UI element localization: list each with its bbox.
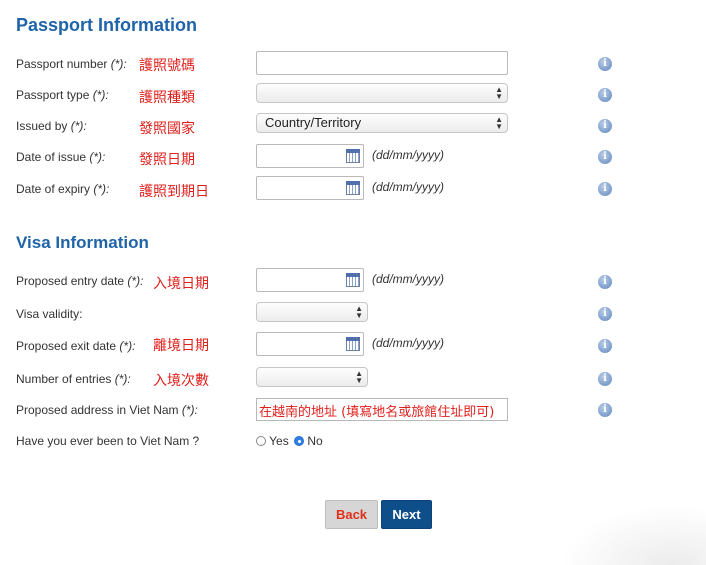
corner-shadow (560, 505, 706, 565)
select-arrows-icon: ▲ ▼ (495, 85, 503, 101)
number-of-entries-note: 入境次數 (153, 373, 209, 389)
passport-number-input[interactable] (256, 51, 508, 75)
calendar-icon[interactable] (346, 149, 360, 163)
date-of-expiry-label: Date of expiry (*): (16, 182, 110, 196)
issued-by-note: 發照國家 (139, 121, 195, 137)
calendar-icon[interactable] (346, 181, 360, 195)
date-of-issue-label: Date of issue (*): (16, 150, 106, 164)
passport-type-label: Passport type (*): (16, 88, 109, 102)
address-info-icon[interactable]: i (598, 403, 612, 417)
issued-by-value: Country/Territory (265, 115, 362, 130)
back-button[interactable]: Back (325, 500, 378, 529)
no-radio[interactable] (294, 436, 305, 446)
visa-section-heading: Visa Information (16, 233, 149, 252)
been-to-vietnam-label: Have you ever been to Viet Nam ? (16, 434, 200, 448)
no-radio-label[interactable]: No (307, 434, 322, 448)
date-of-expiry-info-icon[interactable]: i (598, 182, 612, 196)
issued-by-select[interactable]: Country/Territory ▲ ▼ (256, 113, 508, 133)
date-of-expiry-note: 護照到期日 (139, 184, 209, 200)
date-of-expiry-input[interactable] (256, 176, 364, 200)
exit-date-info-icon[interactable]: i (598, 339, 612, 353)
calendar-icon[interactable] (346, 337, 360, 351)
issued-by-label: Issued by (*): (16, 119, 87, 133)
date-of-expiry-format: (dd/mm/yyyy) (372, 180, 444, 194)
exit-date-format: (dd/mm/yyyy) (372, 336, 444, 350)
entry-date-input[interactable] (256, 268, 364, 292)
exit-date-label: Proposed exit date (*): (16, 339, 136, 353)
been-to-vietnam-radio-group: Yes No (256, 434, 323, 448)
address-input[interactable]: 在越南的地址 (填寫地名或旅館住址即可) (256, 398, 508, 421)
issued-by-info-icon[interactable]: i (598, 119, 612, 133)
select-arrows-icon: ▲ ▼ (355, 304, 363, 320)
address-label: Proposed address in Viet Nam (*): (16, 403, 198, 417)
number-of-entries-label: Number of entries (*): (16, 372, 131, 386)
number-of-entries-info-icon[interactable]: i (598, 372, 612, 386)
visa-validity-select[interactable]: ▲ ▼ (256, 302, 368, 322)
exit-date-input[interactable] (256, 332, 364, 356)
passport-section-heading: Passport Information (16, 15, 198, 35)
date-of-issue-format: (dd/mm/yyyy) (372, 148, 444, 162)
entry-date-label: Proposed entry date (*): (16, 274, 144, 288)
passport-type-select[interactable]: ▲ ▼ (256, 83, 508, 103)
exit-date-note: 離境日期 (153, 338, 209, 354)
passport-type-note: 護照種類 (139, 90, 195, 106)
passport-number-note: 護照號碼 (139, 58, 195, 74)
entry-date-info-icon[interactable]: i (598, 275, 612, 289)
visa-validity-label: Visa validity: (16, 307, 83, 321)
date-of-issue-input[interactable] (256, 144, 364, 168)
passport-type-info-icon[interactable]: i (598, 88, 612, 102)
select-arrows-icon: ▲ ▼ (495, 115, 503, 131)
visa-validity-info-icon[interactable]: i (598, 307, 612, 321)
passport-number-label: Passport number (*): (16, 57, 127, 71)
next-button[interactable]: Next (381, 500, 432, 529)
entry-date-note: 入境日期 (153, 276, 209, 292)
entry-date-format: (dd/mm/yyyy) (372, 272, 444, 286)
passport-number-info-icon[interactable]: i (598, 57, 612, 71)
select-arrows-icon: ▲ ▼ (355, 369, 363, 385)
yes-radio-label[interactable]: Yes (269, 434, 289, 448)
calendar-icon[interactable] (346, 273, 360, 287)
number-of-entries-select[interactable]: ▲ ▼ (256, 367, 368, 387)
yes-radio[interactable] (256, 436, 266, 446)
date-of-issue-note: 發照日期 (139, 152, 195, 168)
date-of-issue-info-icon[interactable]: i (598, 150, 612, 164)
